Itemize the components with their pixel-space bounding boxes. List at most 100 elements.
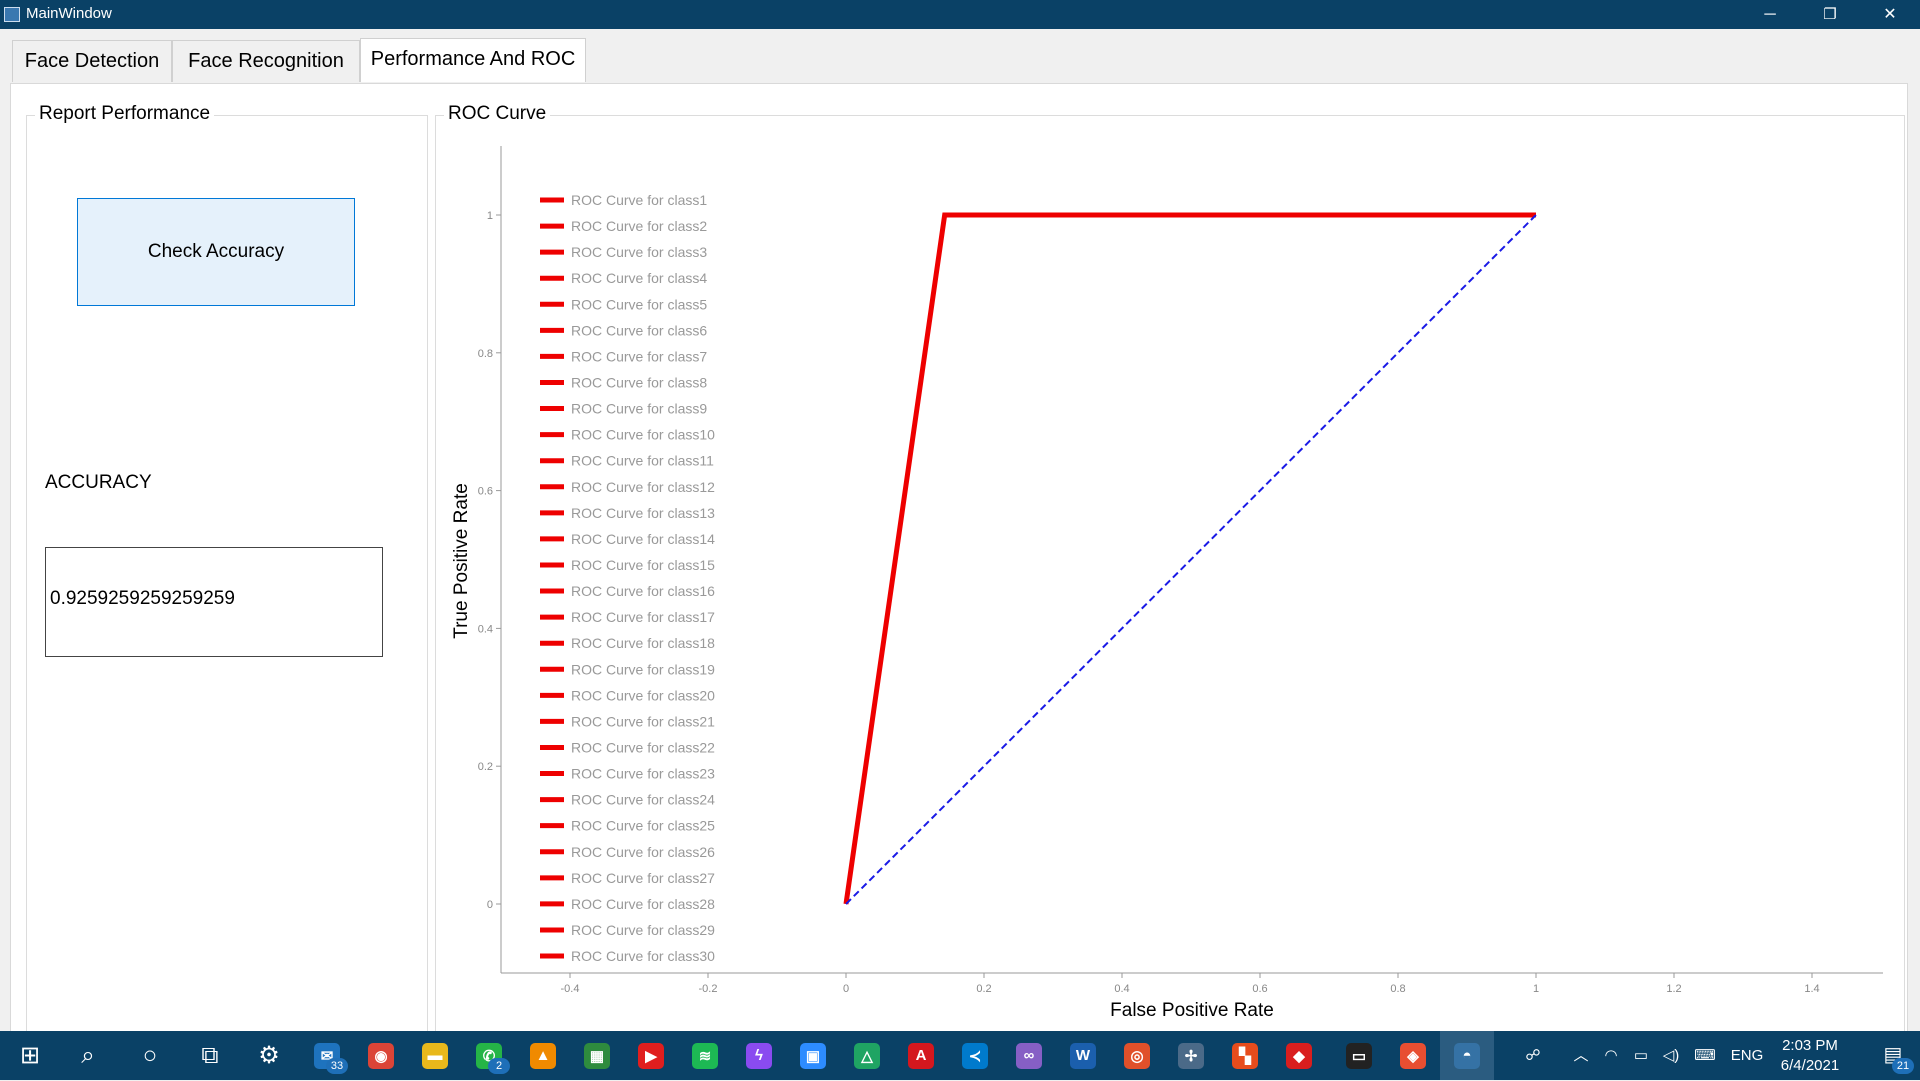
taskbar-spotify-button[interactable]: ≋ (678, 1031, 732, 1080)
notification-badge: 33 (326, 1058, 348, 1074)
x-tick-label: 0.8 (1390, 983, 1405, 995)
legend-entry: ROC Curve for class12 (571, 479, 715, 495)
taskbar-zoom-button[interactable]: ▣ (786, 1031, 840, 1080)
cortana-icon: ○ (142, 1041, 158, 1069)
taskbar-messenger-button[interactable]: ϟ (732, 1031, 786, 1080)
clock-date: 6/4/2021 (1780, 1057, 1840, 1074)
close-button[interactable]: ✕ (1860, 0, 1920, 29)
messenger-icon: ϟ (746, 1042, 772, 1069)
keyboard-icon[interactable]: ⌨ (1688, 1031, 1722, 1080)
x-tick-label: 1.2 (1666, 983, 1681, 995)
taskbar-image-editor-button[interactable]: ▦ (570, 1031, 624, 1080)
acrobat-icon: A (908, 1042, 934, 1069)
x-tick-label: 0.2 (976, 983, 991, 995)
people-icon[interactable]: ☍ (1518, 1031, 1548, 1080)
taskbar-vlc-button[interactable]: ▲ (516, 1031, 570, 1080)
word-icon: W (1070, 1042, 1096, 1069)
taskbar-cortana-button[interactable]: ○ (123, 1031, 177, 1080)
x-tick-label: -0.2 (699, 983, 718, 995)
system-clock[interactable]: 2:03 PM 6/4/2021 (1762, 1036, 1858, 1076)
volume-icon[interactable]: ◁) (1656, 1031, 1686, 1080)
battery-icon[interactable]: ▭ (1628, 1031, 1654, 1080)
chevron-up-icon[interactable]: ︿ (1568, 1031, 1594, 1080)
taskbar-task-view-button[interactable]: ⧉ (183, 1031, 237, 1080)
chance-diagonal-line (845, 214, 1537, 905)
legend-entry: ROC Curve for class11 (571, 453, 714, 469)
legend-entry: ROC Curve for class30 (571, 948, 715, 964)
notification-center-button[interactable]: ▤ 21 (1868, 1031, 1918, 1080)
legend-entry: ROC Curve for class8 (571, 374, 707, 390)
legend-entry: ROC Curve for class27 (571, 870, 715, 886)
taskbar-settings-gear-button[interactable]: ⚙ (242, 1031, 296, 1080)
taskbar-search-button[interactable]: ⌕ (61, 1031, 115, 1080)
drone-app-icon: ✢ (1178, 1042, 1204, 1069)
zoom-icon: ▣ (800, 1042, 826, 1069)
search-icon: ⌕ (81, 1041, 95, 1069)
legend-entry: ROC Curve for class25 (571, 818, 715, 834)
legend-entry: ROC Curve for class26 (571, 844, 715, 860)
tab-face-detection[interactable]: Face Detection (12, 40, 172, 82)
legend-entry: ROC Curve for class17 (571, 609, 715, 625)
legend-entry: ROC Curve for class14 (571, 531, 715, 547)
wifi-icon[interactable]: ◠ (1598, 1031, 1624, 1080)
taskbar-mail-button[interactable]: ✉ 33 (300, 1031, 354, 1080)
taskbar-windows-start-button[interactable]: ⊞ (3, 1031, 57, 1080)
x-tick-label: 1.4 (1804, 983, 1819, 995)
task-view-icon: ⧉ (201, 1041, 219, 1069)
legend-entry: ROC Curve for class16 (571, 583, 715, 599)
taskbar-terminal-button[interactable]: ▭ (1332, 1031, 1386, 1080)
taskbar-drone-app-button[interactable]: ✢ (1164, 1031, 1218, 1080)
taskbar-vscode-button[interactable]: ≺ (948, 1031, 1002, 1080)
3d-box-icon: ◆ (1286, 1042, 1312, 1069)
roc-chart: -0.4 -0.2 0 0.2 0.4 0.6 0.8 1 1.2 1.4 0 0.2 0.4 0.6 0.… (451, 146, 1883, 1021)
legend-entry: ROC Curve for class6 (571, 322, 707, 338)
restore-button[interactable]: ❐ (1800, 0, 1860, 29)
x-tick-label: -0.4 (561, 983, 580, 995)
legend-entry: ROC Curve for class13 (571, 505, 715, 521)
video-player-icon: ▶ (638, 1042, 664, 1069)
y-tick-label: 0.4 (478, 623, 493, 635)
taskbar-file-explorer-button[interactable]: ▬ (408, 1031, 462, 1080)
taskbar-whatsapp-button[interactable]: ✆ 2 (462, 1031, 516, 1080)
taskbar-acrobat-button[interactable]: A (894, 1031, 948, 1080)
taskbar-word-button[interactable]: W (1056, 1031, 1110, 1080)
legend-entry: ROC Curve for class29 (571, 922, 715, 938)
legend-entry: ROC Curve for class5 (571, 296, 707, 312)
y-tick-label: 0.2 (478, 761, 493, 773)
taskbar-anaconda-button[interactable]: ◎ (1110, 1031, 1164, 1080)
taskbar: ⊞ ⌕ ○ ⧉ ⚙ ✉ 33 ◉ ▬ ✆ 2 ▲ ▦ ▶ ≋ ϟ ▣ △ A ≺ ∞ W ◎ ✢ ▚ ◆ ▭ ◈ ◓ ☍ ︿ ◠ ▭ ◁) ⌨ ENG… (0, 1031, 1920, 1080)
file-explorer-icon: ▬ (422, 1042, 448, 1069)
taskbar-video-player-button[interactable]: ▶ (624, 1031, 678, 1080)
legend-entry: ROC Curve for class10 (571, 427, 715, 443)
taskbar-3d-box-button[interactable]: ◆ (1272, 1031, 1326, 1080)
legend-entry: ROC Curve for class3 (571, 244, 707, 260)
taskbar-python-button[interactable]: ◓ (1440, 1031, 1494, 1080)
anaconda-icon: ◎ (1124, 1042, 1150, 1069)
x-tick-label: 1 (1533, 983, 1539, 995)
y-tick-label: 1 (487, 210, 493, 222)
y-tick-label: 0 (487, 899, 493, 911)
minimize-button[interactable]: ─ (1740, 0, 1800, 29)
taskbar-git-button[interactable]: ◈ (1386, 1031, 1440, 1080)
legend-entry: ROC Curve for class19 (571, 661, 715, 677)
image-editor-icon: ▦ (584, 1042, 610, 1069)
legend-entry: ROC Curve for class20 (571, 687, 715, 703)
taskbar-visual-studio-button[interactable]: ∞ (1002, 1031, 1056, 1080)
spotify-icon: ≋ (692, 1042, 718, 1069)
notification-badge: 2 (488, 1058, 510, 1074)
x-tick-label: 0.4 (1114, 983, 1129, 995)
legend-entry: ROC Curve for class2 (571, 218, 707, 234)
tab-content: Report Performance Check Accuracy ACCURA… (10, 83, 1908, 1037)
legend-entry: ROC Curve for class4 (571, 270, 707, 286)
taskbar-chrome-button[interactable]: ◉ (354, 1031, 408, 1080)
taskbar-google-drive-button[interactable]: △ (840, 1031, 894, 1080)
visual-studio-icon: ∞ (1016, 1042, 1042, 1069)
legend-entry: ROC Curve for class28 (571, 896, 715, 912)
tab-face-recognition[interactable]: Face Recognition (172, 40, 360, 82)
taskbar-office-button[interactable]: ▚ (1218, 1031, 1272, 1080)
y-tick-label: 0.8 (478, 348, 493, 360)
y-axis-label: True Positive Rate (451, 483, 472, 639)
window-title: MainWindow (26, 5, 112, 22)
app-window-icon (4, 7, 20, 22)
tab-performance-and-roc[interactable]: Performance And ROC (360, 38, 586, 82)
